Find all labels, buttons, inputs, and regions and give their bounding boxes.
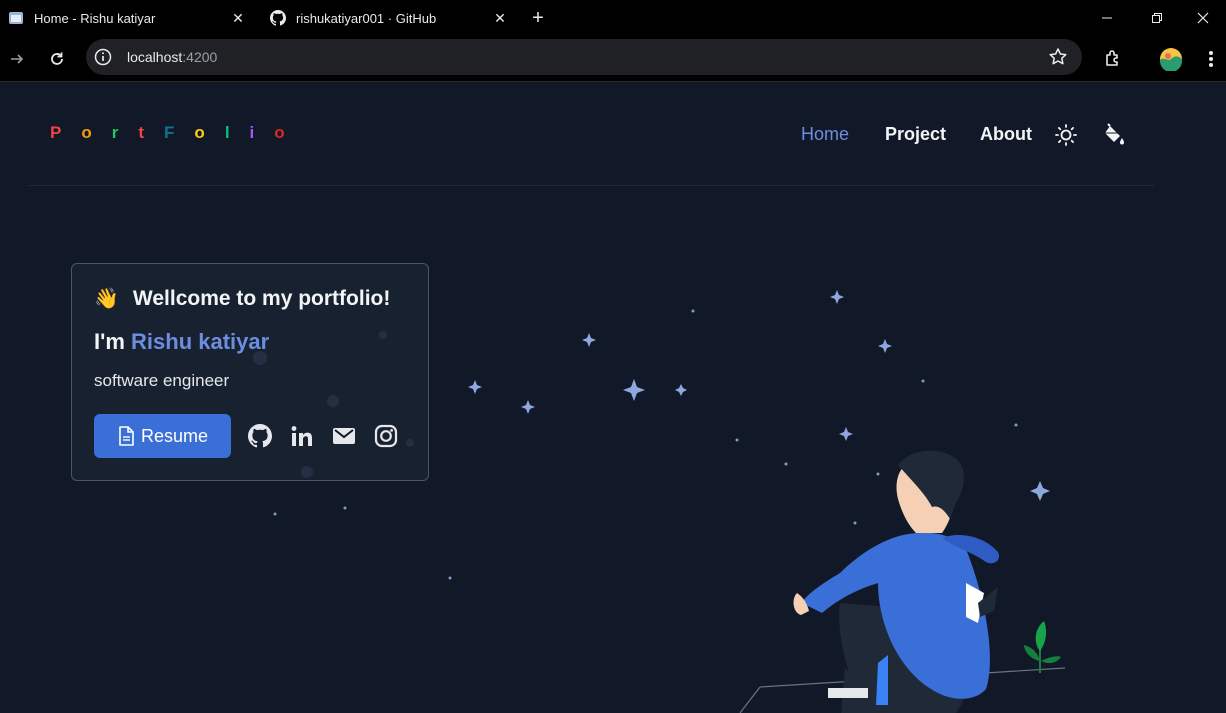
github-icon[interactable] <box>247 423 273 449</box>
instagram-icon[interactable] <box>373 423 399 449</box>
logo-letter: t <box>138 123 145 142</box>
waving-hand-icon: 👋 <box>94 288 119 310</box>
document-icon <box>119 426 134 446</box>
logo-letter: i <box>249 123 255 142</box>
bookmark-star-icon[interactable] <box>1048 47 1068 67</box>
nav-project-link[interactable]: Project <box>885 124 946 145</box>
minimize-icon[interactable] <box>1084 0 1130 36</box>
address-bar[interactable]: localhost:4200 <box>86 39 1082 75</box>
new-tab-icon[interactable]: + <box>527 0 549 36</box>
owner-name: Rishu katiyar <box>131 329 270 354</box>
browser-toolbar: localhost:4200 <box>0 36 1226 82</box>
logo-letter: P <box>50 123 62 142</box>
browser-menu-icon[interactable] <box>1196 44 1226 74</box>
tab-github[interactable]: rishukatiyar001 · GitHub ✕ <box>262 0 516 36</box>
header-divider <box>28 185 1154 186</box>
mail-icon[interactable] <box>331 423 357 449</box>
page-favicon-icon <box>8 10 24 26</box>
resume-button[interactable]: Resume <box>94 414 231 458</box>
welcome-heading: 👋 Wellcome to my portfolio! <box>94 286 406 311</box>
name-line: I'm Rishu katiyar <box>94 329 406 355</box>
site-logo[interactable]: P o r t F o l i o <box>50 123 305 143</box>
close-window-icon[interactable] <box>1180 0 1226 36</box>
sun-icon[interactable] <box>1054 123 1078 147</box>
logo-letter: F <box>164 123 175 142</box>
role-text: software engineer <box>94 371 230 390</box>
tab-title: Home - Rishu katiyar <box>34 10 156 26</box>
linkedin-icon[interactable] <box>289 423 315 449</box>
nav-home-link[interactable]: Home <box>801 124 849 145</box>
restore-icon[interactable] <box>1134 0 1180 36</box>
logo-letter: r <box>111 123 119 142</box>
logo-letter: o <box>274 123 285 142</box>
nav-about-link[interactable]: About <box>980 124 1032 145</box>
github-favicon-icon <box>270 10 286 26</box>
welcome-text: Wellcome to my portfolio! <box>132 286 391 310</box>
logo-letter: o <box>81 123 92 142</box>
close-tab-icon[interactable]: ✕ <box>490 8 510 28</box>
portfolio-page: P o r t F o l i o Home Project About 👋 W… <box>0 83 1226 713</box>
profile-avatar[interactable] <box>1156 44 1186 74</box>
reload-icon[interactable] <box>42 44 72 74</box>
logo-letter: o <box>194 123 205 142</box>
site-info-icon[interactable] <box>92 46 114 68</box>
resume-label: Resume <box>140 425 209 446</box>
url-text[interactable]: localhost:4200 <box>127 49 217 65</box>
intro-card: 👋 Wellcome to my portfolio! I'm Rishu ka… <box>71 263 429 481</box>
tab-title: rishukatiyar001 · GitHub <box>296 10 437 26</box>
tab-home[interactable]: Home - Rishu katiyar ✕ <box>0 0 254 36</box>
url-port: :4200 <box>182 49 218 65</box>
url-host: localhost <box>127 49 183 65</box>
forward-icon[interactable] <box>2 44 32 74</box>
extensions-icon[interactable] <box>1098 44 1128 74</box>
im-prefix: I'm <box>94 329 125 354</box>
logo-letter: l <box>224 123 230 142</box>
browser-tab-bar: Home - Rishu katiyar ✕ rishukatiyar001 ·… <box>0 0 1226 36</box>
card-actions: Resume <box>94 414 399 458</box>
paint-bucket-icon[interactable] <box>1102 123 1126 147</box>
close-tab-icon[interactable]: ✕ <box>228 8 248 28</box>
